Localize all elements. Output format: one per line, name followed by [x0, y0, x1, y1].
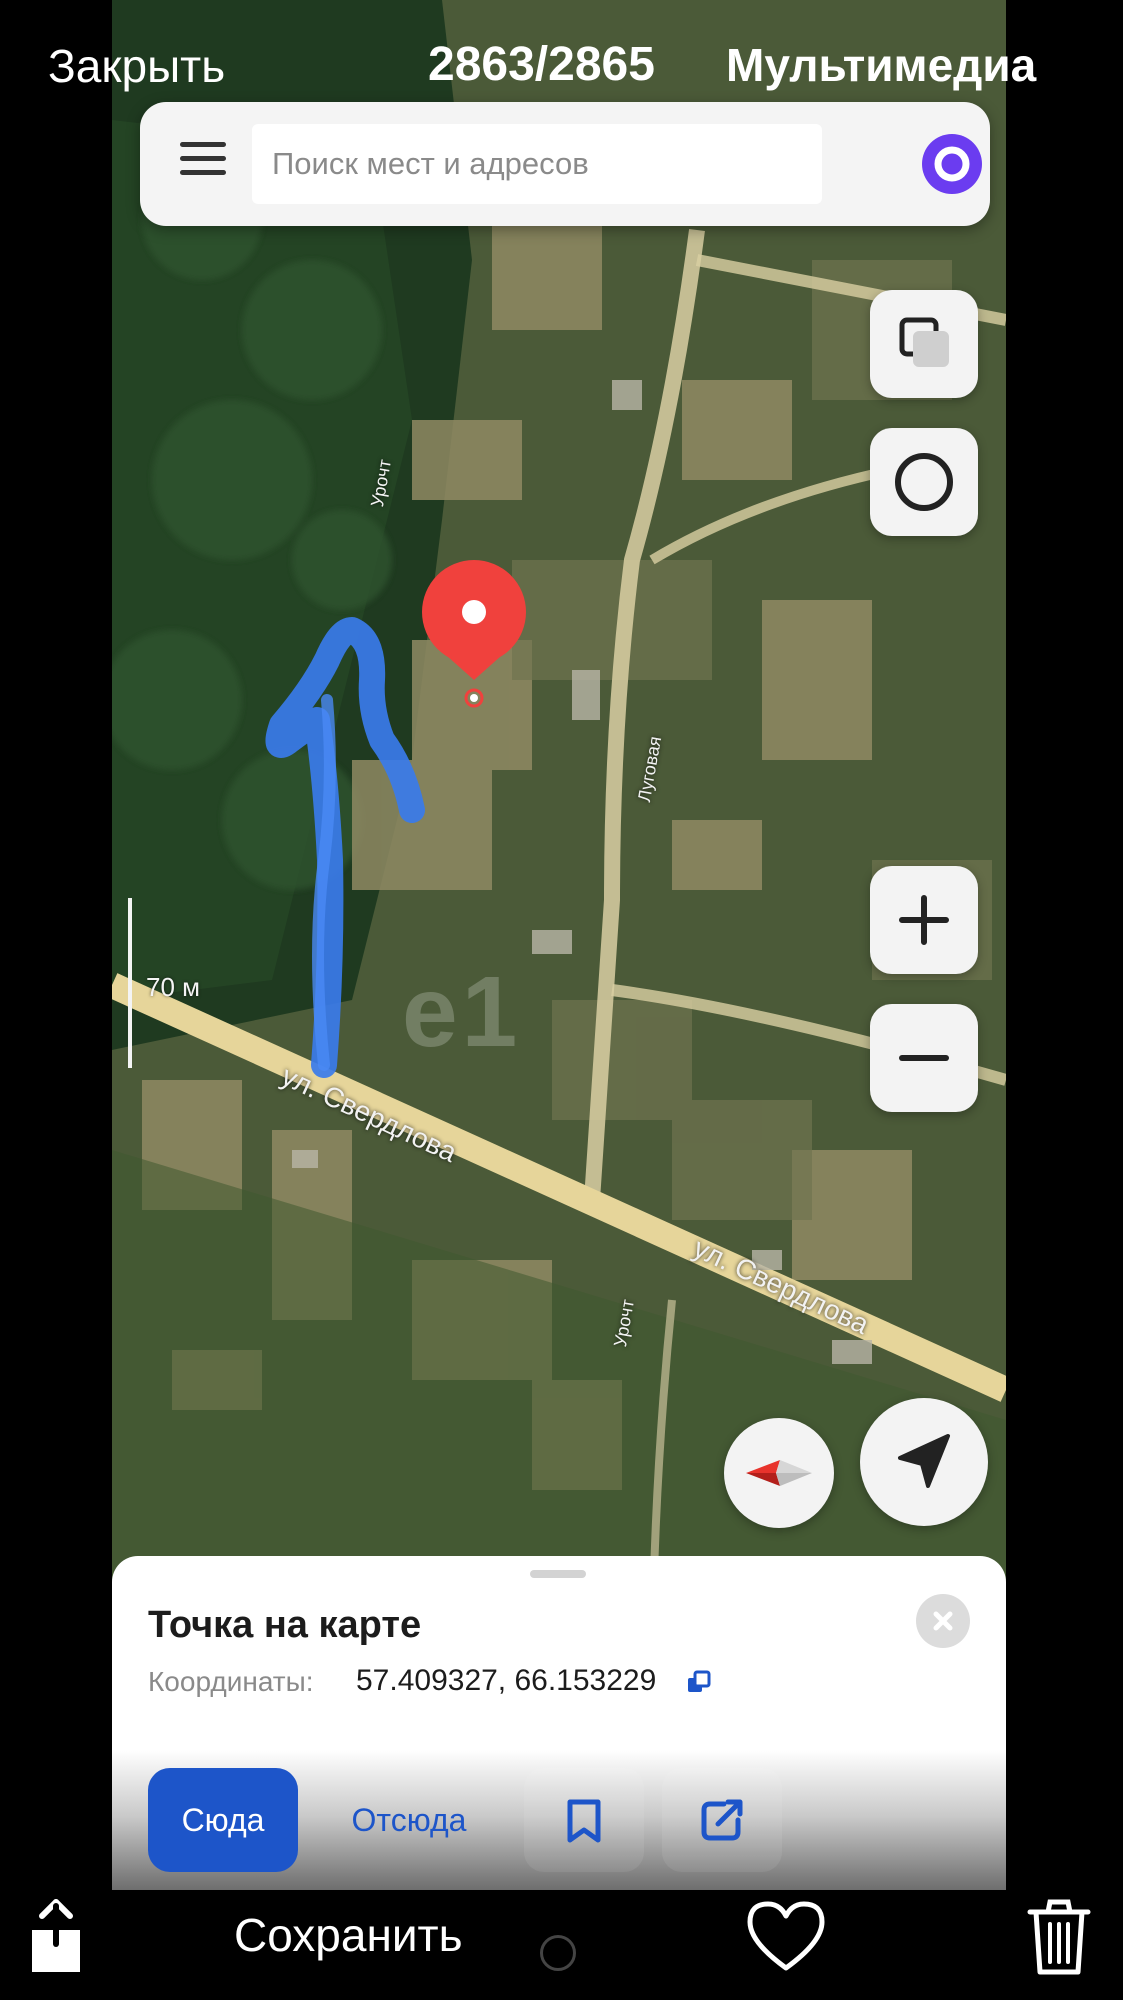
zoom-out-button[interactable] [870, 1004, 978, 1112]
home-indicator [540, 1935, 576, 1971]
circle-icon [895, 453, 953, 511]
place-card: Точка на карте Координаты: 57.409327, 66… [112, 1556, 1006, 1890]
zoom-out-icon [899, 1055, 949, 1061]
map-screenshot: ул. Свердлова ул. Свердлова Луговая Уроч… [112, 0, 1006, 1890]
compass-icon [746, 1460, 812, 1486]
photo-counter: 2863/2865 [428, 38, 655, 91]
route-from-button[interactable]: Отсюда [324, 1768, 494, 1872]
trash-icon[interactable] [1024, 1896, 1094, 1976]
photo-viewer: Закрыть 2863/2865 Мультимедиа ул. Свердл… [0, 0, 1123, 2000]
close-icon [933, 1611, 953, 1631]
heart-icon[interactable] [744, 1898, 828, 1974]
sheet-handle[interactable] [530, 1570, 586, 1578]
bookmark-icon [567, 1799, 601, 1843]
circle-tool-button[interactable] [870, 428, 978, 536]
search-bar [140, 102, 990, 226]
coords-label: Координаты: [148, 1666, 314, 1697]
location-arrow-icon [898, 1434, 950, 1488]
menu-icon[interactable] [180, 142, 226, 188]
search-input[interactable] [252, 124, 822, 204]
zoom-in-icon [899, 895, 949, 945]
layers-icon [899, 317, 949, 367]
share-icon[interactable] [24, 1896, 88, 1976]
card-close-button[interactable] [916, 1594, 970, 1648]
external-link-icon [701, 1799, 743, 1841]
place-title: Точка на карте [148, 1604, 422, 1646]
scale-bar [128, 898, 132, 1068]
save-button[interactable]: Сохранить [234, 1908, 463, 1962]
my-location-button[interactable] [860, 1398, 988, 1526]
compass-button[interactable] [724, 1418, 834, 1528]
coords-value: 57.409327, 66.153229 [356, 1664, 657, 1697]
close-button[interactable]: Закрыть [48, 38, 225, 94]
route-here-button[interactable]: Сюда [148, 1768, 298, 1872]
alice-icon[interactable] [920, 132, 984, 196]
bookmark-button[interactable] [524, 1768, 644, 1872]
watermark: e1 [402, 956, 522, 1068]
share-place-button[interactable] [662, 1768, 782, 1872]
multimedia-button[interactable]: Мультимедиа [726, 36, 1036, 94]
layers-button[interactable] [870, 290, 978, 398]
copy-icon[interactable] [686, 1670, 712, 1696]
zoom-in-button[interactable] [870, 866, 978, 974]
scale-label: 70 м [146, 972, 201, 1002]
